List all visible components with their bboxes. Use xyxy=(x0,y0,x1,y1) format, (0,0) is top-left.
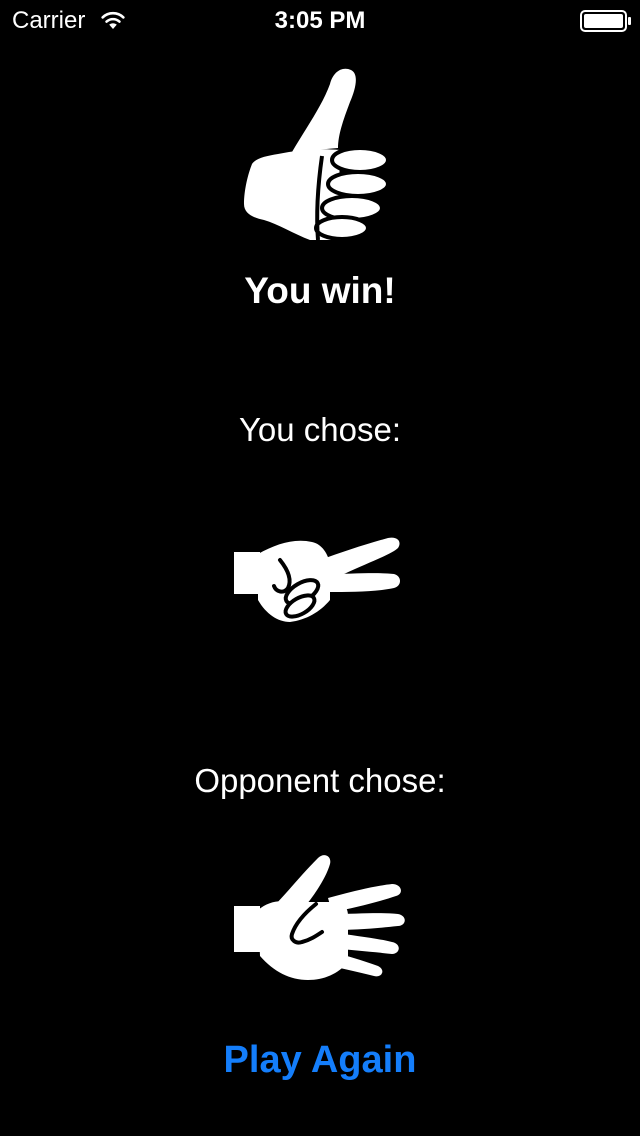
result-title: You win! xyxy=(244,270,396,311)
battery-icon xyxy=(580,10,631,32)
status-bar: Carrier 3:05 PM xyxy=(0,0,640,40)
scissors-hand-icon xyxy=(234,537,400,622)
thumbs-up-icon xyxy=(244,68,390,241)
play-again-button[interactable]: Play Again xyxy=(170,1036,470,1084)
status-time: 3:05 PM xyxy=(274,7,366,34)
paper-hand-icon xyxy=(234,855,405,980)
opponent-choice-label: Opponent chose: xyxy=(194,762,446,799)
player-choice-label: You chose: xyxy=(238,411,402,448)
